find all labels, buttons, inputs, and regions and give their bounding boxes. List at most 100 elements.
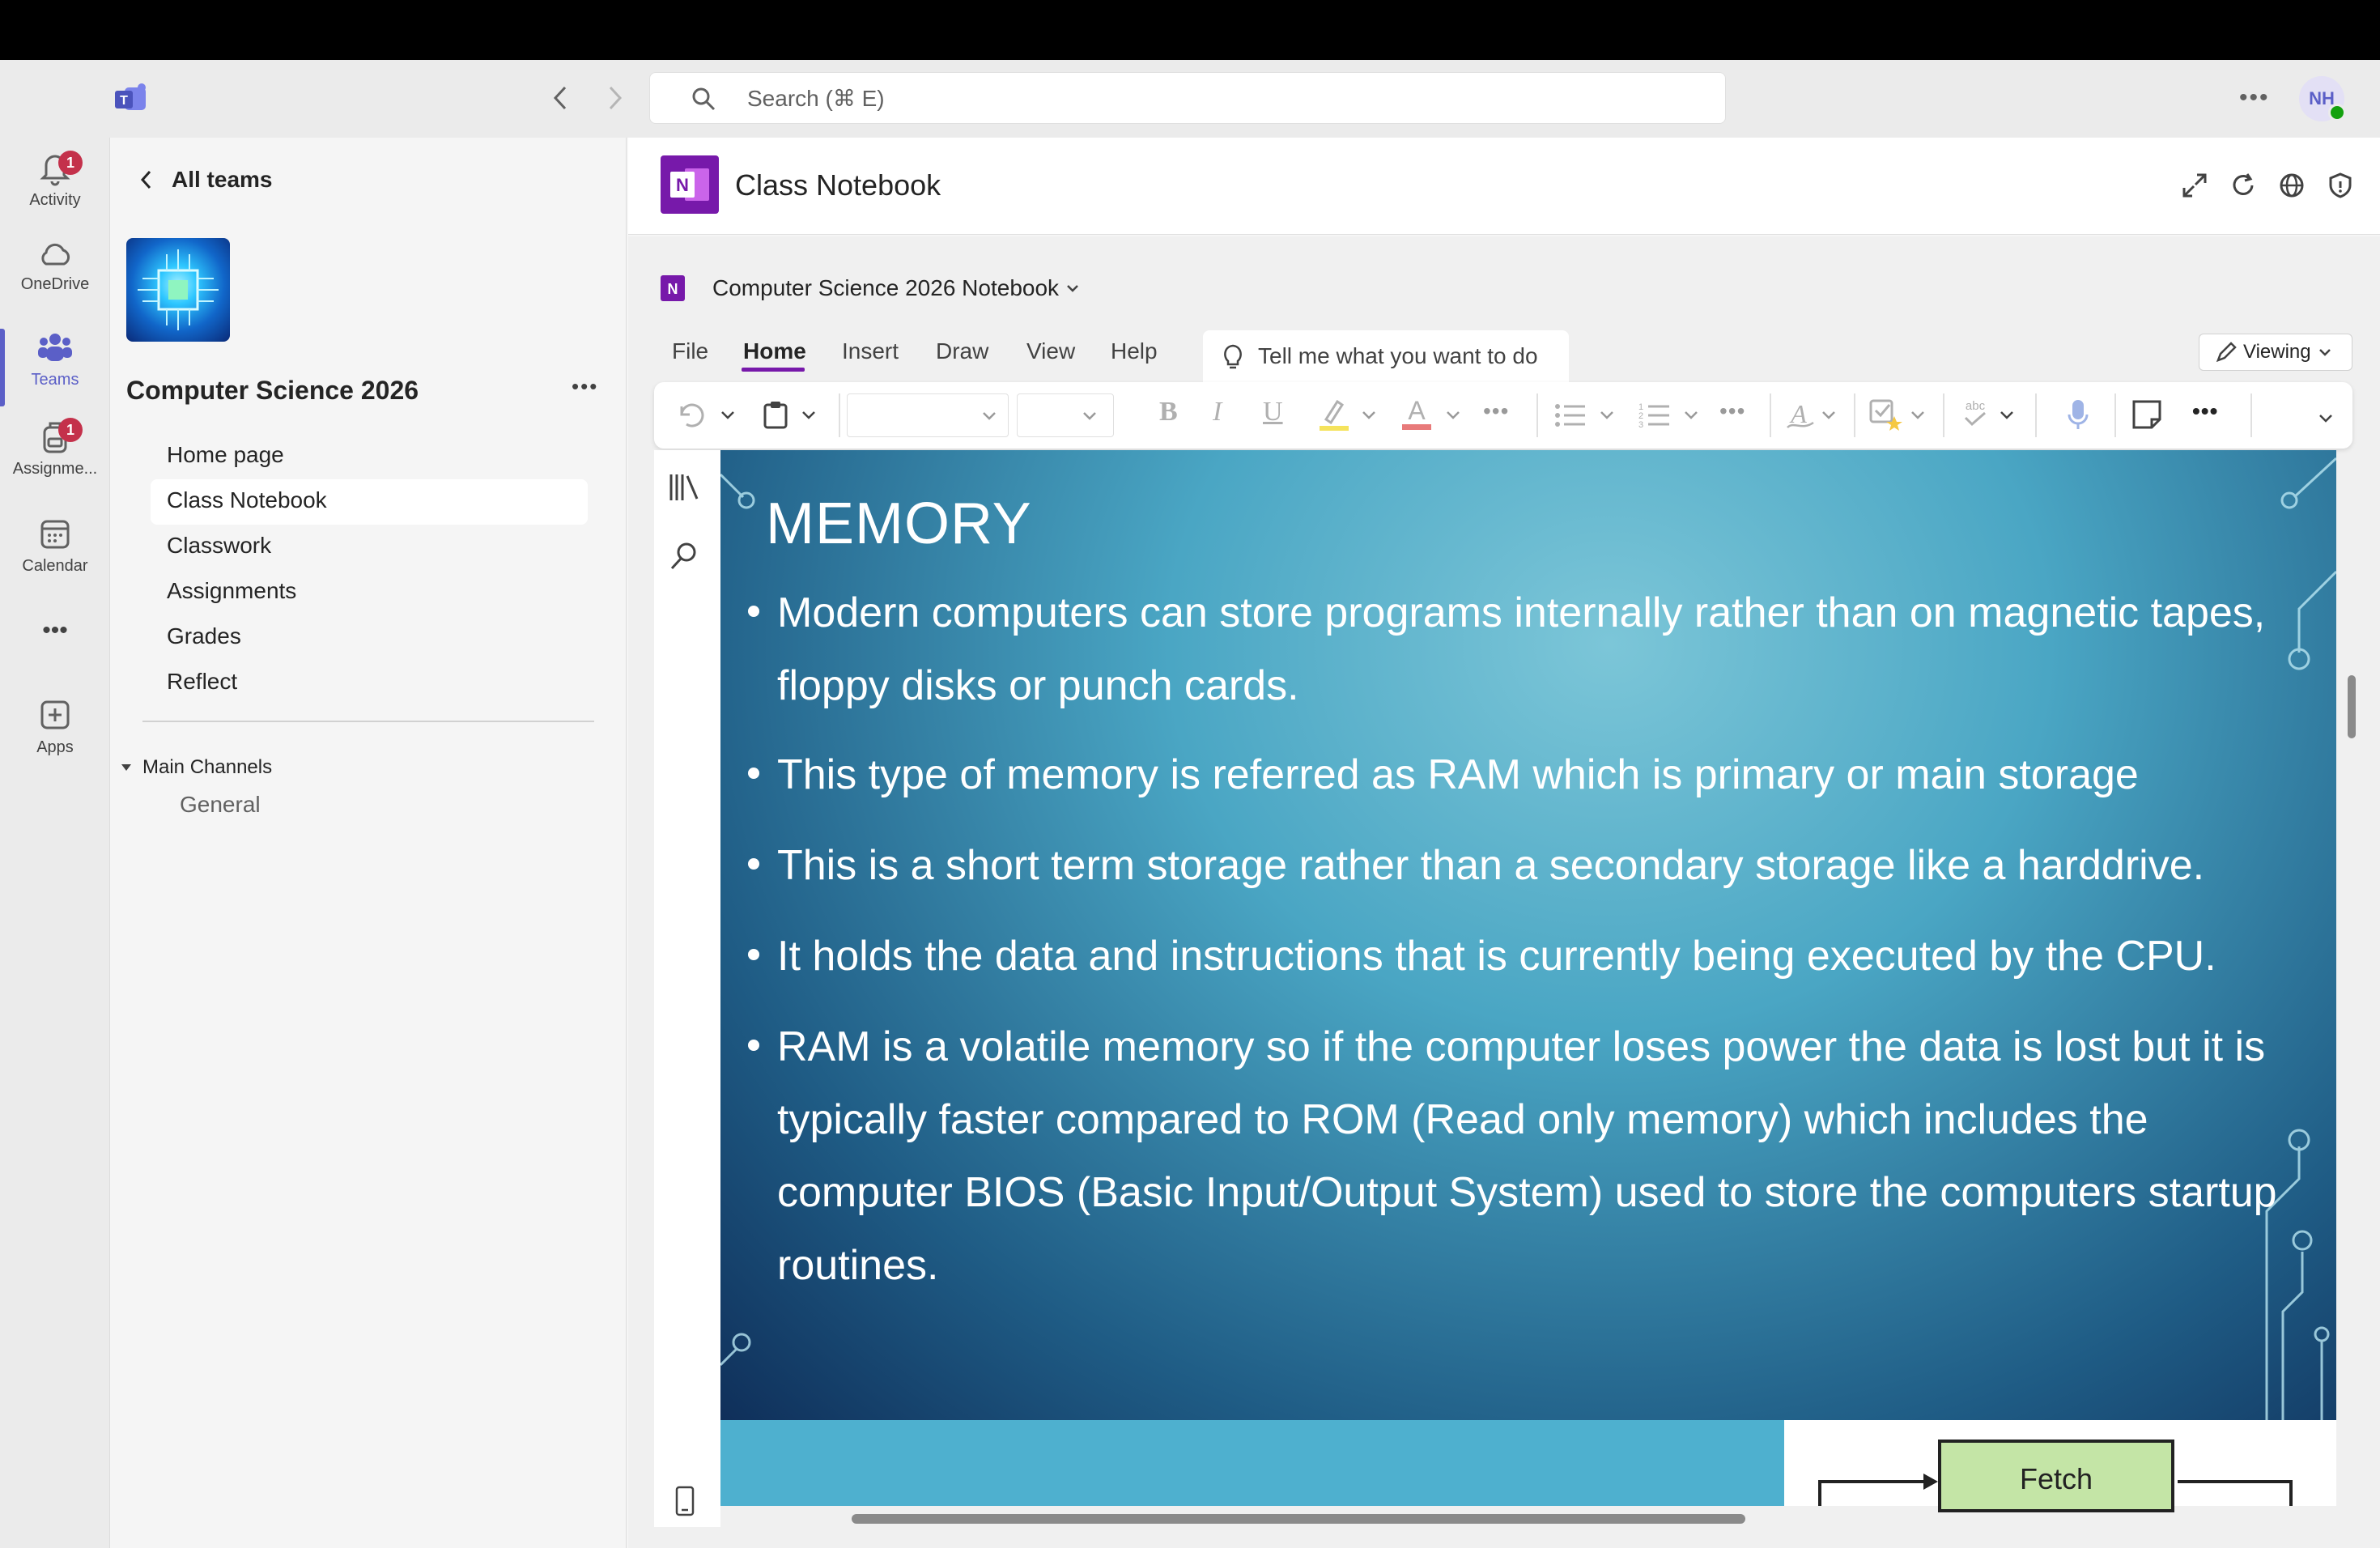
clipboard-icon[interactable] [761, 400, 790, 431]
horizontal-scrollbar[interactable] [852, 1514, 1745, 1524]
refresh-icon[interactable] [2229, 172, 2257, 199]
rail-activity[interactable]: Activity 1 [0, 149, 110, 210]
menu-file[interactable]: File [672, 338, 708, 364]
viewing-chevron-icon [2318, 347, 2332, 358]
team-avatar-image[interactable] [126, 238, 230, 342]
slide-bullet: It holds the data and instructions that … [748, 920, 2302, 993]
italic-icon[interactable]: I [1213, 397, 1222, 427]
ribbon-divider [2250, 393, 2252, 437]
bold-icon[interactable]: B [1159, 397, 1178, 427]
panel-divider [142, 721, 594, 722]
tags-chevron-icon[interactable] [1909, 410, 1927, 421]
assignments-badge: 1 [58, 418, 83, 442]
bell-icon [0, 149, 110, 186]
spelling-chevron-icon[interactable] [1998, 410, 2016, 421]
vertical-scrollbar[interactable] [2348, 675, 2356, 738]
tag-checkbox-icon[interactable] [1868, 397, 1904, 432]
highlight-chevron-icon[interactable] [1360, 410, 1378, 421]
pencil-icon [2214, 340, 2238, 364]
menu-home[interactable]: Home [743, 338, 806, 364]
rail-apps[interactable]: Apps [0, 696, 110, 757]
more-options-icon[interactable]: ••• [2239, 84, 2270, 112]
underline-icon[interactable]: U [1263, 397, 1283, 427]
collapse-ribbon-chevron-icon[interactable] [2317, 413, 2335, 424]
team-name: Computer Science 2026 [126, 376, 419, 405]
viewing-mode-label: Viewing [2243, 341, 2311, 363]
dictate-mic-icon[interactable] [2066, 397, 2090, 432]
font-family-select[interactable] [847, 393, 1009, 437]
onenote-logo-icon: N [661, 155, 719, 214]
rail-teams[interactable]: Teams [0, 329, 110, 389]
team-more-options-icon[interactable]: ••• [572, 374, 598, 399]
nav-classwork[interactable]: Classwork [167, 533, 271, 559]
paste-chevron-icon[interactable] [800, 410, 818, 421]
app-header: N Class Notebook [628, 138, 2380, 235]
rail-more-button[interactable]: ••• [0, 617, 110, 644]
activity-badge: 1 [58, 151, 83, 175]
fetch-box: Fetch [1938, 1440, 2174, 1512]
globe-icon[interactable] [2278, 172, 2306, 199]
font-family-chevron-icon [980, 410, 998, 422]
shield-icon[interactable] [2327, 172, 2354, 199]
menu-insert[interactable]: Insert [842, 338, 899, 364]
channel-general[interactable]: General [180, 792, 261, 818]
main-channels-header[interactable]: Main Channels [120, 756, 272, 779]
ribbon-more-options-icon[interactable]: ••• [2192, 398, 2218, 424]
spelling-icon[interactable]: abc [1959, 395, 1991, 431]
expand-icon[interactable] [2181, 172, 2208, 199]
slide-bullet: This is a short term storage rather than… [748, 829, 2302, 902]
caret-down-icon [120, 761, 133, 774]
nav-home-page[interactable]: Home page [167, 442, 284, 468]
menu-help[interactable]: Help [1111, 338, 1158, 364]
back-arrow-icon[interactable] [549, 84, 573, 112]
rail-teams-label: Teams [31, 371, 79, 389]
notebook-nav-rail [654, 450, 720, 1527]
more-paragraph-icon[interactable]: ••• [1719, 398, 1745, 424]
rail-calendar[interactable]: Calendar [0, 515, 110, 576]
numbering-icon[interactable]: 123 [1637, 400, 1671, 431]
font-color-icon[interactable]: A [1400, 393, 1433, 432]
sticky-note-icon[interactable] [2131, 398, 2163, 431]
styles-chevron-icon[interactable] [1820, 410, 1838, 421]
rail-assignments[interactable]: Assignme... 1 [0, 418, 110, 478]
cloud-icon [0, 238, 110, 270]
onenote-notebook-icon: N [661, 275, 685, 301]
search-input[interactable]: Search (⌘ E) [649, 72, 1726, 124]
rail-onedrive[interactable]: OneDrive [0, 238, 110, 294]
ribbon-divider [1854, 393, 1855, 437]
notebook-chevron-icon [1065, 283, 1080, 294]
search-placeholder: Search (⌘ E) [747, 86, 885, 111]
slide-bullet-text: Modern computers can store programs inte… [777, 589, 2266, 709]
styles-icon[interactable]: A [1784, 397, 1818, 432]
slide-memory: MEMORY Modern computers can store progra… [720, 450, 2336, 1420]
svg-text:A: A [1789, 399, 1807, 428]
nav-reflect[interactable]: Reflect [167, 669, 237, 695]
nav-grades[interactable]: Grades [167, 623, 241, 649]
more-format-icon[interactable]: ••• [1483, 398, 1509, 424]
calendar-icon [0, 515, 110, 552]
all-teams-link[interactable]: All teams [136, 164, 273, 196]
font-size-select[interactable] [1017, 393, 1114, 437]
bullets-icon[interactable] [1553, 400, 1587, 431]
rail-apps-label: Apps [36, 738, 74, 756]
font-color-chevron-icon[interactable] [1444, 410, 1462, 421]
notebook-picker[interactable]: Computer Science 2026 Notebook [712, 275, 1080, 301]
window-top-bar [0, 0, 2380, 60]
menu-draw[interactable]: Draw [936, 338, 988, 364]
menu-view[interactable]: View [1026, 338, 1075, 364]
highlight-icon[interactable] [1318, 397, 1350, 432]
device-view-icon[interactable] [674, 1485, 696, 1517]
nav-class-notebook[interactable]: Class Notebook [167, 487, 327, 513]
undo-icon[interactable] [675, 400, 708, 429]
svg-text:N: N [668, 281, 678, 297]
bullets-chevron-icon[interactable] [1598, 410, 1616, 421]
numbering-chevron-icon[interactable] [1682, 410, 1700, 421]
undo-chevron-icon[interactable] [719, 410, 737, 421]
nav-assignments[interactable]: Assignments [167, 578, 296, 604]
ribbon-divider [2114, 393, 2116, 437]
tell-me-box[interactable]: Tell me what you want to do [1203, 330, 1569, 382]
library-icon[interactable] [667, 471, 701, 504]
viewing-mode-dropdown[interactable]: Viewing [2199, 334, 2352, 371]
forward-arrow-icon[interactable] [602, 84, 627, 112]
notebook-search-icon[interactable] [669, 541, 699, 572]
